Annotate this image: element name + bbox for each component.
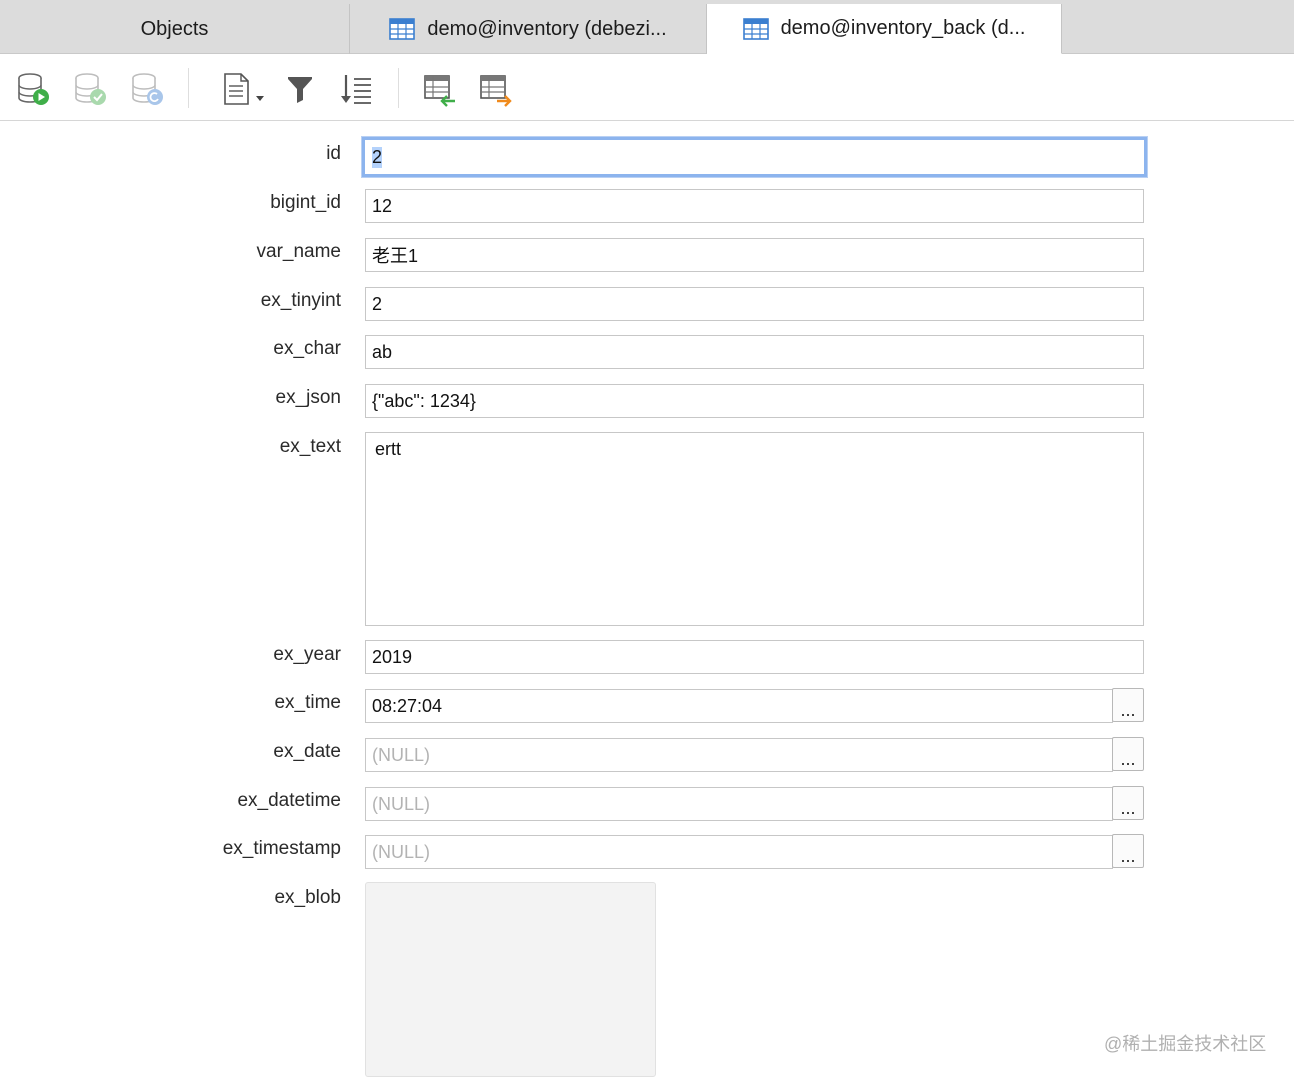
field-label-ex-timestamp: ex_timestamp <box>222 838 341 859</box>
ex-datetime-picker-button[interactable]: ... <box>1112 786 1144 820</box>
tab-label: demo@inventory_back (d... <box>780 17 1026 39</box>
rollback-button[interactable] <box>128 70 166 108</box>
ex-tinyint-input[interactable]: 2 <box>365 287 1144 321</box>
tab-objects[interactable]: Objects <box>0 4 350 54</box>
field-label-ex-date: ex_date <box>273 741 341 762</box>
var-name-input[interactable]: 老王1 <box>365 238 1144 272</box>
table-grid-icon <box>389 18 416 40</box>
database-check-icon <box>75 73 106 105</box>
ex-blob-viewer[interactable] <box>365 882 656 1077</box>
filter-button[interactable] <box>281 70 319 108</box>
table-import-icon <box>424 75 455 107</box>
tab-demo-inventory[interactable]: demo@inventory (debezi... <box>350 4 707 54</box>
ex-text-textarea[interactable]: ertt <box>365 432 1144 626</box>
id-input[interactable]: 2 <box>362 137 1147 177</box>
ex-time-input[interactable]: 08:27:04 <box>365 689 1113 723</box>
ex-date-input[interactable]: (NULL) <box>365 738 1113 772</box>
sort-icon <box>341 75 371 104</box>
field-label-ex-char: ex_char <box>273 338 341 359</box>
document-dropdown-icon <box>224 73 264 105</box>
ex-time-picker-button[interactable]: ... <box>1112 688 1144 722</box>
ex-date-picker-button[interactable]: ... <box>1112 737 1144 771</box>
tab-label: demo@inventory (debezi... <box>427 17 667 40</box>
tab-label: Objects <box>140 17 209 40</box>
commit-button[interactable] <box>71 70 109 108</box>
watermark: @稀土掘金技术社区 <box>1104 1034 1267 1054</box>
ex-json-input[interactable]: {"abc": 1234} <box>365 384 1144 418</box>
ex-timestamp-input[interactable]: (NULL) <box>365 835 1113 869</box>
ex-datetime-input[interactable]: (NULL) <box>365 787 1113 821</box>
toolbar-divider <box>398 68 399 108</box>
begin-transaction-button[interactable] <box>14 70 52 108</box>
record-form: id 2 bigint_id 12 var_name 老王1 ex_tinyin… <box>0 121 1294 1080</box>
field-label-ex-text: ex_text <box>279 436 341 457</box>
filter-icon <box>288 77 312 103</box>
tab-bar: Objects demo@inventory (debezi... demo@i… <box>0 0 1294 54</box>
field-label-id: id <box>326 143 341 164</box>
field-label-ex-datetime: ex_datetime <box>237 790 341 811</box>
field-label-ex-json: ex_json <box>275 387 342 408</box>
ex-year-input[interactable]: 2019 <box>365 640 1144 674</box>
app-window: Objects demo@inventory (debezi... demo@i… <box>0 0 1294 1080</box>
toolbar <box>0 54 1294 121</box>
database-undo-icon <box>132 73 163 105</box>
field-label-var-name: var_name <box>256 241 342 262</box>
export-button[interactable] <box>476 70 514 108</box>
field-label-bigint-id: bigint_id <box>270 192 341 213</box>
tab-demo-inventory-back[interactable]: demo@inventory_back (d... <box>707 4 1062 54</box>
table-grid-icon <box>742 17 769 40</box>
field-label-ex-blob: ex_blob <box>274 887 341 908</box>
id-value: 2 <box>372 146 383 168</box>
ex-char-input[interactable]: ab <box>365 335 1144 369</box>
ex-timestamp-picker-button[interactable]: ... <box>1112 834 1144 868</box>
table-export-icon <box>480 75 512 107</box>
text-view-button[interactable] <box>220 70 268 108</box>
database-play-icon <box>18 73 49 105</box>
field-label-ex-time: ex_time <box>274 692 341 713</box>
sort-button[interactable] <box>337 70 375 108</box>
toolbar-divider <box>188 68 189 108</box>
field-label-ex-tinyint: ex_tinyint <box>260 290 341 311</box>
import-button[interactable] <box>420 70 458 108</box>
field-label-ex-year: ex_year <box>273 644 341 665</box>
bigint-id-input[interactable]: 12 <box>365 189 1144 223</box>
